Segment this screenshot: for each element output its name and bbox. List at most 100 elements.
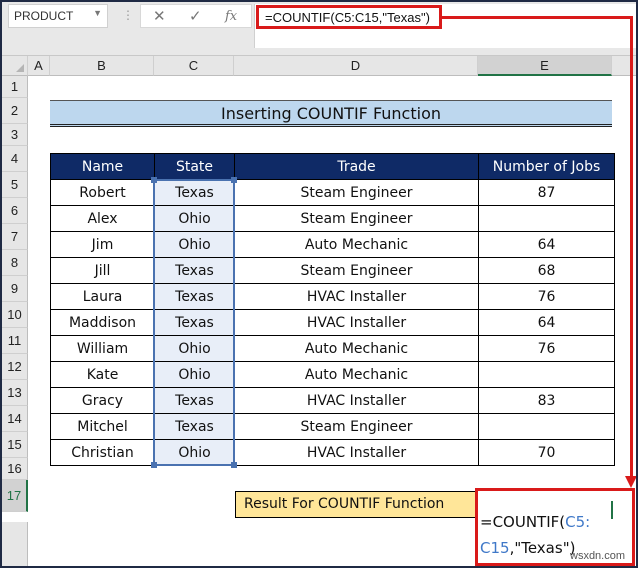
cell-jobs[interactable]: 70 — [478, 439, 615, 466]
column-header-d[interactable]: D — [234, 56, 478, 76]
row-header-10[interactable]: 10 — [2, 302, 28, 328]
formula-ref-start: C5: — [565, 513, 591, 531]
table-row: Mitchel Texas Steam Engineer — [50, 413, 615, 440]
select-all-corner[interactable] — [2, 56, 28, 76]
cell-name[interactable]: Gracy — [50, 387, 155, 414]
header-name[interactable]: Name — [50, 153, 155, 180]
cell-name[interactable]: Jim — [50, 231, 155, 258]
cell-state[interactable]: Ohio — [154, 335, 235, 362]
cell-trade[interactable]: HVAC Installer — [234, 309, 479, 336]
cell-name[interactable]: William — [50, 335, 155, 362]
cell-state[interactable]: Ohio — [154, 205, 235, 232]
insert-function-icon[interactable]: fx — [225, 9, 237, 24]
header-trade[interactable]: Trade — [234, 153, 479, 180]
cell-state[interactable]: Texas — [154, 309, 235, 336]
cell-name[interactable]: Robert — [50, 179, 155, 206]
cell-trade[interactable]: HVAC Installer — [234, 439, 479, 466]
row-header-14[interactable]: 14 — [2, 406, 28, 432]
cell-state[interactable]: Ohio — [154, 439, 235, 466]
cell-state[interactable]: Texas — [154, 283, 235, 310]
callout-line-horizontal — [442, 16, 633, 19]
table-row: Maddison Texas HVAC Installer 64 — [50, 309, 615, 336]
name-box[interactable]: PRODUCT ▼ — [8, 4, 108, 28]
header-state[interactable]: State — [154, 153, 235, 180]
chevron-down-icon[interactable]: ▼ — [93, 8, 102, 18]
table-row: Kate Ohio Auto Mechanic — [50, 361, 615, 388]
cell-trade[interactable]: HVAC Installer — [234, 283, 479, 310]
cell-trade[interactable]: Steam Engineer — [234, 257, 479, 284]
cell-state[interactable]: Texas — [154, 413, 235, 440]
row-header-6[interactable]: 6 — [2, 198, 28, 224]
cell-state[interactable]: Ohio — [154, 231, 235, 258]
table-row: Jim Ohio Auto Mechanic 64 — [50, 231, 615, 258]
enter-icon[interactable]: ✓ — [189, 7, 202, 25]
row-header-filler — [2, 522, 28, 566]
row-header-7[interactable]: 7 — [2, 224, 28, 250]
table-row: Jill Texas Steam Engineer 68 — [50, 257, 615, 284]
cell-jobs[interactable] — [478, 413, 615, 440]
cell-trade[interactable]: Auto Mechanic — [234, 361, 479, 388]
cell-trade[interactable]: Auto Mechanic — [234, 335, 479, 362]
table-row: Gracy Texas HVAC Installer 83 — [50, 387, 615, 414]
arrow-down-icon — [625, 476, 636, 488]
row-header-4[interactable]: 4 — [2, 146, 28, 172]
row-header-3[interactable]: 3 — [2, 124, 28, 146]
row-header-11[interactable]: 11 — [2, 328, 28, 354]
cell-name[interactable]: Mitchel — [50, 413, 155, 440]
cell-name[interactable]: Jill — [50, 257, 155, 284]
row-header-17[interactable]: 17 — [2, 480, 28, 512]
cell-name[interactable]: Laura — [50, 283, 155, 310]
row-header-16[interactable]: 16 — [2, 458, 28, 480]
cell-state[interactable]: Texas — [154, 179, 235, 206]
cell-jobs[interactable]: 68 — [478, 257, 615, 284]
cell-trade[interactable]: Auto Mechanic — [234, 231, 479, 258]
cell-jobs[interactable]: 87 — [478, 179, 615, 206]
column-header-a[interactable]: A — [28, 56, 50, 76]
formula-text[interactable]: =COUNTIF(C5:C15,"Texas") — [256, 5, 442, 29]
row-header-5[interactable]: 5 — [2, 172, 28, 198]
cell-trade[interactable]: Steam Engineer — [234, 413, 479, 440]
formula-fn: =COUNTIF( — [480, 513, 566, 531]
row-header-13[interactable]: 13 — [2, 380, 28, 406]
cell-jobs[interactable]: 64 — [478, 309, 615, 336]
cancel-icon[interactable]: ✕ — [153, 7, 166, 25]
formula-bar: PRODUCT ▼ ⋮ ✕ ✓ fx =COUNTIF(C5:C15,"Texa… — [2, 2, 636, 56]
table-row: Christian Ohio HVAC Installer 70 — [50, 439, 615, 466]
column-header-c[interactable]: C — [154, 56, 234, 76]
cell-state[interactable]: Texas — [154, 387, 235, 414]
row-header-9[interactable]: 9 — [2, 276, 28, 302]
cell-jobs[interactable]: 64 — [478, 231, 615, 258]
cell-trade[interactable]: Steam Engineer — [234, 179, 479, 206]
cell-jobs[interactable]: 76 — [478, 335, 615, 362]
cell-jobs[interactable] — [478, 205, 615, 232]
row-header-1[interactable]: 1 — [2, 76, 28, 98]
cell-name[interactable]: Alex — [50, 205, 155, 232]
sheet-title: Inserting COUNTIF Function — [50, 100, 612, 127]
cell-name[interactable]: Kate — [50, 361, 155, 388]
cell-state[interactable]: Texas — [154, 257, 235, 284]
row-header-12[interactable]: 12 — [2, 354, 28, 380]
cell-jobs[interactable] — [478, 361, 615, 388]
cell-jobs[interactable]: 76 — [478, 283, 615, 310]
row-header-15[interactable]: 15 — [2, 432, 28, 458]
jobs-table: Name State Trade Number of Jobs Robert Te… — [50, 153, 615, 466]
cell-jobs[interactable]: 83 — [478, 387, 615, 414]
column-header-b[interactable]: B — [50, 56, 154, 76]
formula-criteria: ,"Texas") — [509, 539, 576, 557]
table-header-row: Name State Trade Number of Jobs — [50, 153, 615, 180]
column-header-e[interactable]: E — [478, 56, 612, 76]
cell-trade[interactable]: HVAC Installer — [234, 387, 479, 414]
cell-trade[interactable]: Steam Engineer — [234, 205, 479, 232]
text-cursor — [611, 501, 613, 519]
header-number-of-jobs[interactable]: Number of Jobs — [478, 153, 615, 180]
cell-state[interactable]: Ohio — [154, 361, 235, 388]
drag-handle-icon[interactable]: ⋮ — [122, 8, 134, 22]
cell-name[interactable]: Christian — [50, 439, 155, 466]
callout-line-vertical — [630, 16, 633, 480]
table-row: Laura Texas HVAC Installer 76 — [50, 283, 615, 310]
row-header-2[interactable]: 2 — [2, 98, 28, 124]
table-row: Robert Texas Steam Engineer 87 — [50, 179, 615, 206]
row-header-8[interactable]: 8 — [2, 250, 28, 276]
cell-name[interactable]: Maddison — [50, 309, 155, 336]
excel-window: PRODUCT ▼ ⋮ ✕ ✓ fx =COUNTIF(C5:C15,"Texa… — [2, 2, 636, 566]
